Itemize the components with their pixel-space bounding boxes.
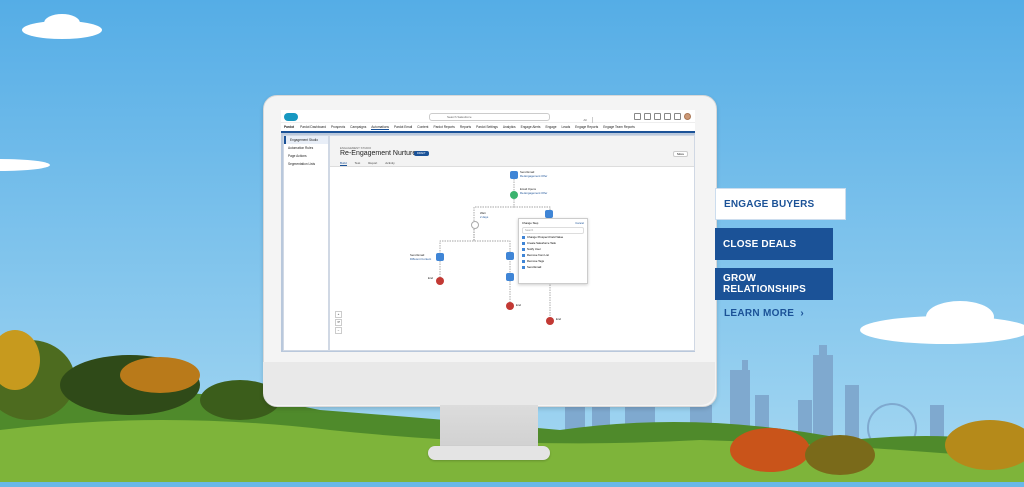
sidebar-item-segmentation-lists[interactable]: Segmentation Lists <box>284 160 328 168</box>
action-icon <box>522 241 525 245</box>
send-email-node[interactable] <box>510 171 518 179</box>
app-screen: All Search Salesforce Pardot Pardot Dash… <box>281 110 695 352</box>
reset-view-button[interactable]: ↺ <box>335 319 342 326</box>
nav-item-content[interactable]: Content <box>417 125 428 129</box>
send-email-node-3[interactable] <box>506 273 514 281</box>
record-tabs: Build Test Report Activity <box>340 161 395 166</box>
tab-report[interactable]: Report <box>368 161 377 166</box>
send-email-node-2[interactable] <box>436 253 444 261</box>
list-item[interactable]: Send Email <box>519 264 587 270</box>
zoom-out-button[interactable]: − <box>335 327 342 334</box>
node-label-wait: Wait 2 days <box>480 211 489 219</box>
header-utility-icons <box>634 113 691 120</box>
chevron-right-icon: › <box>797 308 805 319</box>
favorites-icon[interactable] <box>634 113 641 120</box>
nav-item-campaigns[interactable]: Campaigns <box>350 125 366 129</box>
action-icon <box>522 235 525 239</box>
left-sidebar: Engagement Studio Automation Rules Page … <box>283 135 329 351</box>
salesforce-logo-icon[interactable] <box>284 113 298 121</box>
app-nav-bar: Pardot Pardot Dashboard Prospects Campai… <box>281 123 695 133</box>
status-badge: DRAFT <box>414 151 429 156</box>
nav-item-automations[interactable]: Automations <box>371 125 390 130</box>
action-node[interactable] <box>506 252 514 260</box>
main-panel: ENGAGEMENT STUDIO Re-Engagement Nurture … <box>329 135 695 351</box>
nav-item-pardot-reports[interactable]: Pardot Reports <box>433 125 454 129</box>
tab-build[interactable]: Build <box>340 161 347 166</box>
wait-node[interactable] <box>471 221 479 229</box>
app-body: Engagement Studio Automation Rules Page … <box>281 133 695 352</box>
nav-item-engage-team-reports[interactable]: Engage Team Reports <box>603 125 635 129</box>
dropdown-header: Change Step Cancel <box>519 219 587 227</box>
node-label-email-opens: Email Opens Re-Engagement Offer <box>520 187 548 195</box>
settings-gear-icon[interactable] <box>664 113 671 120</box>
sidebar-item-engagement-studio[interactable]: Engagement Studio <box>284 136 328 144</box>
learn-more-label: LEARN MORE <box>724 308 795 319</box>
nav-item-pardot-dashboard[interactable]: Pardot Dashboard <box>300 125 326 129</box>
nav-item-engage-alerts[interactable]: Engage Alerts <box>521 125 541 129</box>
help-icon[interactable] <box>654 113 661 120</box>
node-label-send-email: Send Email Re-Engagement Offer <box>520 170 548 178</box>
end-node-3[interactable] <box>546 317 554 325</box>
node-label-send-email-2: Send Email Different Content <box>410 253 432 261</box>
nav-item-pardot-settings[interactable]: Pardot Settings <box>476 125 498 129</box>
nav-item-engage[interactable]: Engage <box>545 125 556 129</box>
nav-item-engage-reports[interactable]: Engage Reports <box>575 125 598 129</box>
engage-buyers-button[interactable]: ENGAGE BUYERS <box>715 188 846 220</box>
node-label-end: End <box>428 276 433 280</box>
end-node-2[interactable] <box>506 302 514 310</box>
avatar[interactable] <box>684 113 691 120</box>
zoom-in-button[interactable]: + <box>335 311 342 318</box>
dropdown-cancel[interactable]: Cancel <box>575 221 584 225</box>
more-button[interactable]: More <box>673 151 688 157</box>
action-icon <box>522 259 525 263</box>
email-opens-node[interactable] <box>510 191 518 199</box>
global-header: All Search Salesforce <box>281 110 695 123</box>
close-deals-button[interactable]: CLOSE DEALS <box>715 228 833 260</box>
nav-item-pardot-email[interactable]: Pardot Email <box>394 125 412 129</box>
nav-item-prospects[interactable]: Prospects <box>331 125 345 129</box>
notifications-bell-icon[interactable] <box>674 113 681 120</box>
search-placeholder: Search Salesforce <box>447 115 472 119</box>
action-icon <box>522 247 525 251</box>
monitor-chin <box>263 362 715 405</box>
tab-activity[interactable]: Activity <box>385 161 395 166</box>
new-step-node[interactable] <box>545 210 553 218</box>
change-step-dropdown: Change Step Cancel Search Change Prospec… <box>518 218 588 284</box>
tab-test[interactable]: Test <box>355 161 361 166</box>
global-search[interactable]: All Search Salesforce <box>429 113 593 123</box>
sidebar-item-automation-rules[interactable]: Automation Rules <box>284 144 328 152</box>
record-header: ENGAGEMENT STUDIO Re-Engagement Nurture … <box>330 136 694 167</box>
dropdown-search-input[interactable]: Search <box>522 227 584 234</box>
node-label-end-2: End <box>516 303 521 307</box>
action-icon <box>522 265 525 269</box>
node-label-end-3: End <box>556 317 561 321</box>
nav-item-reports[interactable]: Reports <box>460 125 471 129</box>
action-icon <box>522 253 525 257</box>
learn-more-link[interactable]: LEARN MORE › <box>724 308 804 319</box>
app-launcher-icon[interactable] <box>644 113 651 120</box>
flow-canvas[interactable]: Send Email Re-Engagement Offer Email Open… <box>330 167 694 350</box>
nav-item-leads[interactable]: Leads <box>561 125 570 129</box>
sidebar-item-page-actions[interactable]: Page Actions <box>284 152 328 160</box>
grow-relationships-button[interactable]: GROW RELATIONSHIPS <box>715 268 833 300</box>
dropdown-title: Change Step <box>522 221 539 225</box>
nav-item-analytics[interactable]: Analytics <box>503 125 516 129</box>
app-name: Pardot <box>284 125 295 129</box>
end-node[interactable] <box>436 277 444 285</box>
monitor-stand-base <box>428 446 550 460</box>
page-title: Re-Engagement Nurture <box>340 150 417 157</box>
